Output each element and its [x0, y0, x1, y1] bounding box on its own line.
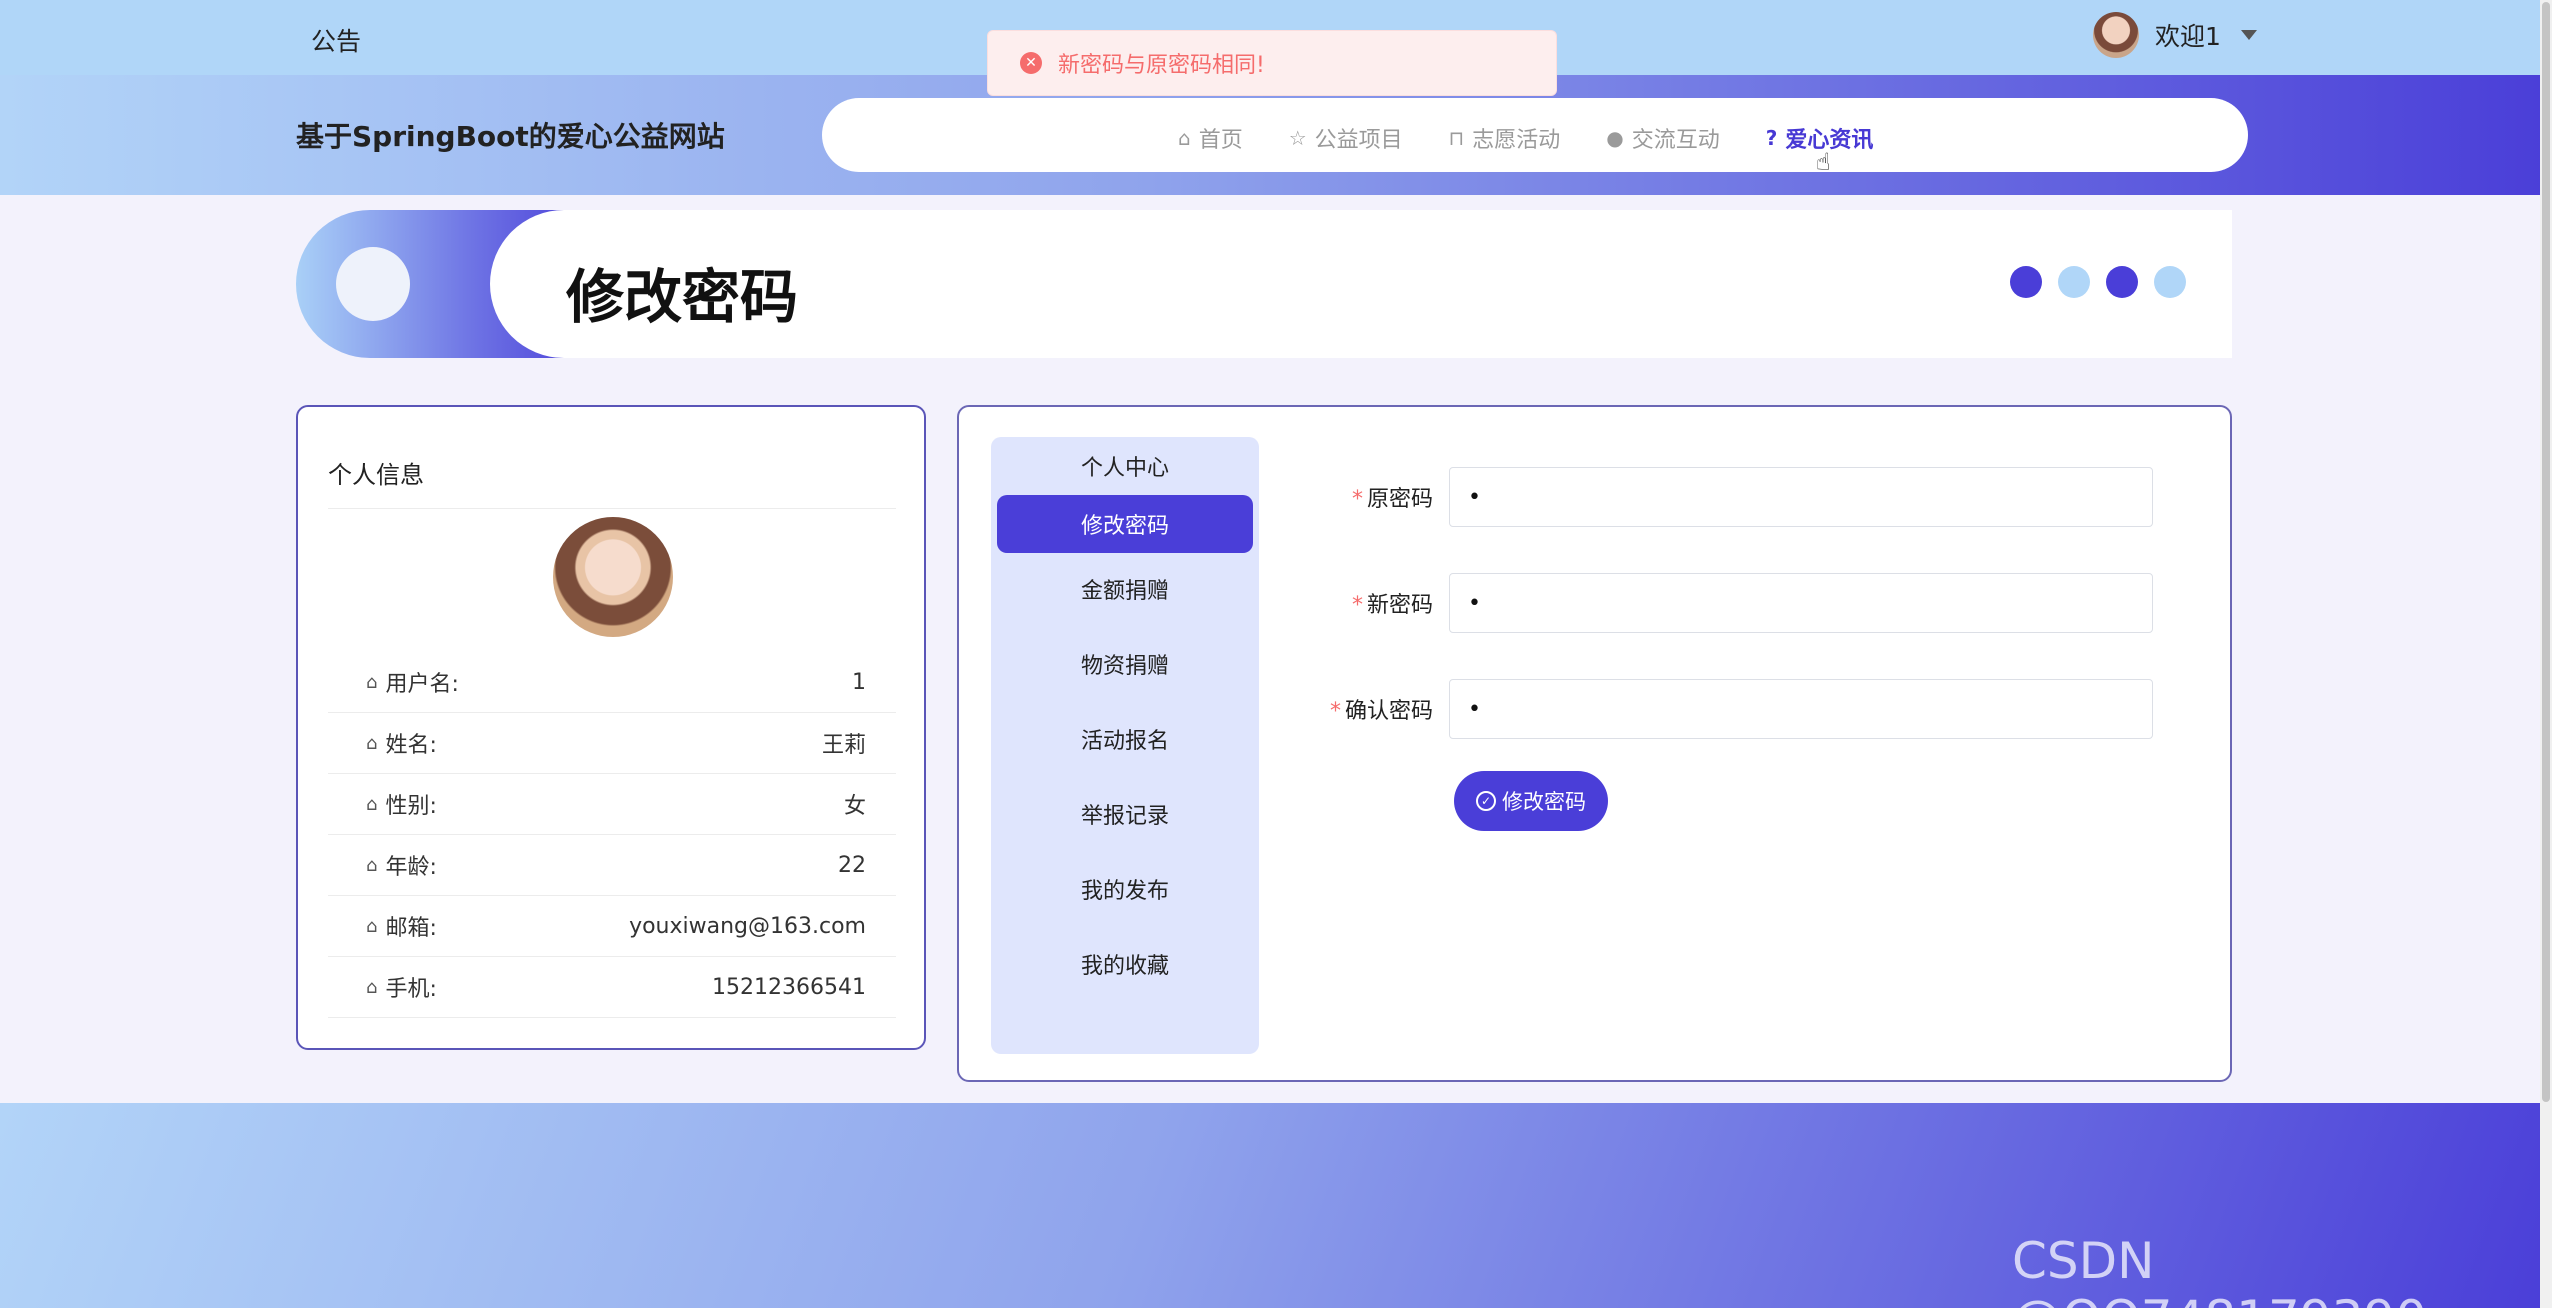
nav-item-home[interactable]: ⌂ 首页 [1178, 122, 1243, 154]
home-icon: ⌂ [1178, 126, 1191, 150]
home-icon: ⌂ [366, 732, 378, 754]
chevron-down-icon[interactable] [2240, 30, 2257, 40]
page-title: 修改密码 [566, 263, 799, 331]
home-icon: ⌂ [366, 976, 378, 998]
menu-item-money-donation[interactable]: 金额捐赠 [997, 560, 1253, 618]
profile-card: 个人信息 ⌂ 用户名: 1 ⌂ 姓名: 王莉 ⌂ 性别: 女 ⌂ 年龄: 22 ⌂ 邮箱:… [296, 405, 926, 1050]
star-icon: ☆ [1288, 126, 1307, 150]
menu-item-my-posts[interactable]: 我的发布 [997, 860, 1253, 918]
nav-item-activities[interactable]: ⊓ 志愿活动 [1449, 122, 1561, 154]
menu-item-report-records[interactable]: 举报记录 [997, 785, 1253, 843]
toast-message: 新密码与原密码相同! [1058, 53, 1265, 78]
dot [2106, 266, 2138, 298]
error-toast: ✕ 新密码与原密码相同! [987, 30, 1557, 96]
menu-item-personal-center[interactable]: 个人中心 [997, 437, 1253, 495]
info-label: ⌂ 邮箱: [366, 910, 437, 942]
info-label: ⌂ 手机: [366, 971, 437, 1003]
new-password-input[interactable]: • [1449, 573, 2153, 633]
user-side-menu: 个人中心 修改密码 金额捐赠 物资捐赠 活动报名 举报记录 我的发布 我的收藏 [991, 437, 1259, 1054]
home-icon: ⌂ [366, 854, 378, 876]
welcome-text[interactable]: 欢迎1 [2155, 17, 2221, 53]
info-label-text: 性别: [385, 794, 437, 819]
info-row-name: ⌂ 姓名: 王莉 [328, 713, 896, 774]
info-label: ⌂ 年龄: [366, 849, 437, 881]
info-value: youxiwang@163.com [629, 913, 866, 939]
scrollbar-thumb[interactable] [2542, 2, 2550, 1102]
bag-icon: ⊓ [1448, 126, 1465, 150]
dot [2058, 266, 2090, 298]
required-mark: * [1351, 593, 1363, 618]
info-label-text: 用户名: [385, 672, 459, 697]
watermark: CSDN @QQ748179390 [2012, 1232, 2427, 1308]
info-label-text: 手机: [385, 977, 437, 1002]
info-row-email: ⌂ 邮箱: youxiwang@163.com [328, 896, 896, 957]
form-row-confirm-password: * 确认密码 • [1279, 679, 2153, 739]
info-label-text: 年龄: [385, 855, 437, 880]
info-value: 22 [838, 852, 866, 878]
form-row-old-password: * 原密码 • [1279, 467, 2153, 527]
nav-label: 志愿活动 [1472, 128, 1561, 153]
profile-heading: 个人信息 [328, 455, 896, 509]
label-text: 原密码 [1366, 487, 1433, 512]
form-row-new-password: * 新密码 • [1279, 573, 2153, 633]
info-label: ⌂ 用户名: [366, 666, 459, 698]
confirm-password-input[interactable]: • [1449, 679, 2153, 739]
dot [2010, 266, 2042, 298]
info-icon: ● [1606, 126, 1624, 150]
nav-items: ⌂ 首页 ☆ 公益项目 ⊓ 志愿活动 ● 交流互动 ? 爱心资讯 [1178, 122, 1873, 154]
user-avatar[interactable] [2093, 12, 2139, 58]
hand-cursor-icon: ☝ [1816, 148, 1831, 176]
info-label-text: 姓名: [385, 733, 437, 758]
avatar [553, 517, 673, 637]
required-mark: * [1329, 699, 1341, 724]
form-label: * 确认密码 [1279, 693, 1449, 725]
home-icon: ⌂ [366, 915, 378, 937]
error-icon: ✕ [1020, 52, 1042, 74]
nav-label: 交流互动 [1631, 128, 1720, 153]
site-title: 基于SpringBoot的爱心公益网站 [296, 120, 725, 153]
info-value: 王莉 [821, 733, 866, 758]
nav-label: 首页 [1198, 128, 1243, 153]
old-password-input[interactable]: • [1449, 467, 2153, 527]
check-circle-icon: ✓ [1476, 791, 1496, 811]
info-value: 女 [843, 794, 866, 819]
change-password-button[interactable]: ✓ 修改密码 [1454, 771, 1608, 831]
home-icon: ⌂ [366, 671, 378, 693]
menu-item-change-password[interactable]: 修改密码 [997, 495, 1253, 553]
info-value: 15212366541 [712, 974, 866, 1000]
profile-info-list: ⌂ 用户名: 1 ⌂ 姓名: 王莉 ⌂ 性别: 女 ⌂ 年龄: 22 ⌂ 邮箱: youx… [328, 652, 896, 1018]
required-mark: * [1351, 487, 1363, 512]
info-label-text: 邮箱: [385, 916, 437, 941]
dot [2154, 266, 2186, 298]
notice-link[interactable]: 公告 [311, 22, 361, 58]
user-menu[interactable]: 欢迎1 [2093, 12, 2257, 58]
button-label: 修改密码 [1502, 790, 1586, 814]
label-text: 确认密码 [1344, 699, 1433, 724]
menu-item-goods-donation[interactable]: 物资捐赠 [997, 635, 1253, 693]
info-value: 1 [852, 669, 866, 695]
info-label: ⌂ 性别: [366, 788, 437, 820]
banner-circle [336, 247, 410, 321]
nav-item-projects[interactable]: ☆ 公益项目 [1289, 122, 1403, 154]
info-label: ⌂ 姓名: [366, 727, 437, 759]
home-icon: ⌂ [366, 793, 378, 815]
page-banner: 修改密码 [296, 210, 2232, 358]
info-row-phone: ⌂ 手机: 15212366541 [328, 957, 896, 1018]
form-label: * 新密码 [1279, 587, 1449, 619]
info-row-gender: ⌂ 性别: 女 [328, 774, 896, 835]
question-icon: ? [1765, 126, 1778, 150]
form-label: * 原密码 [1279, 481, 1449, 513]
menu-item-activity-signup[interactable]: 活动报名 [997, 710, 1253, 768]
main-card: 个人中心 修改密码 金额捐赠 物资捐赠 活动报名 举报记录 我的发布 我的收藏 … [957, 405, 2232, 1082]
decorative-dots [2010, 266, 2186, 298]
nav-label: 公益项目 [1314, 128, 1403, 153]
label-text: 新密码 [1366, 593, 1433, 618]
menu-item-my-favorites[interactable]: 我的收藏 [997, 935, 1253, 993]
info-row-age: ⌂ 年龄: 22 [328, 835, 896, 896]
info-row-username: ⌂ 用户名: 1 [328, 652, 896, 713]
nav-item-forum[interactable]: ● 交流互动 [1606, 122, 1719, 154]
